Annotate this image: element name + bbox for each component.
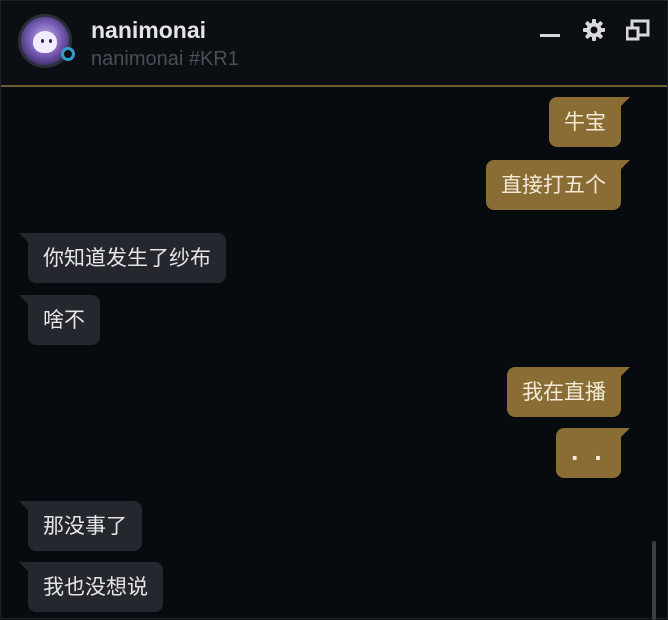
popout-icon[interactable] — [625, 19, 650, 41]
message-incoming: 啥不 — [19, 295, 100, 345]
chat-header: nanimonai nanimonai #KR1 — [1, 1, 667, 87]
message-incoming: 你知道发生了纱布 — [19, 233, 226, 283]
message-outgoing: 我在直播 — [507, 367, 630, 417]
message-outgoing: 牛宝 — [549, 97, 630, 147]
message-incoming: 那没事了 — [19, 501, 142, 551]
avatar-eye-right — [49, 39, 52, 43]
message-outgoing: 直接打五个 — [486, 160, 630, 210]
gear-icon[interactable] — [583, 19, 605, 41]
message-incoming: 我也没想说 — [19, 562, 163, 612]
minimize-icon[interactable] — [540, 19, 562, 41]
message-list[interactable]: 牛宝 直接打五个 你知道发生了纱布 啥不 我在直播 . . 那没事了 我也没想说 — [1, 87, 667, 620]
online-status-dot — [61, 47, 75, 61]
message-outgoing: . . — [555, 428, 631, 478]
chat-window: nanimonai nanimonai #KR1 牛宝 直接打五个 你知道发生了… — [0, 0, 668, 620]
username: nanimonai — [91, 17, 207, 43]
avatar-face — [33, 31, 57, 53]
avatar-eye-left — [41, 39, 44, 43]
riot-id-tagline: nanimonai #KR1 — [91, 48, 239, 70]
scrollbar[interactable] — [652, 541, 656, 620]
